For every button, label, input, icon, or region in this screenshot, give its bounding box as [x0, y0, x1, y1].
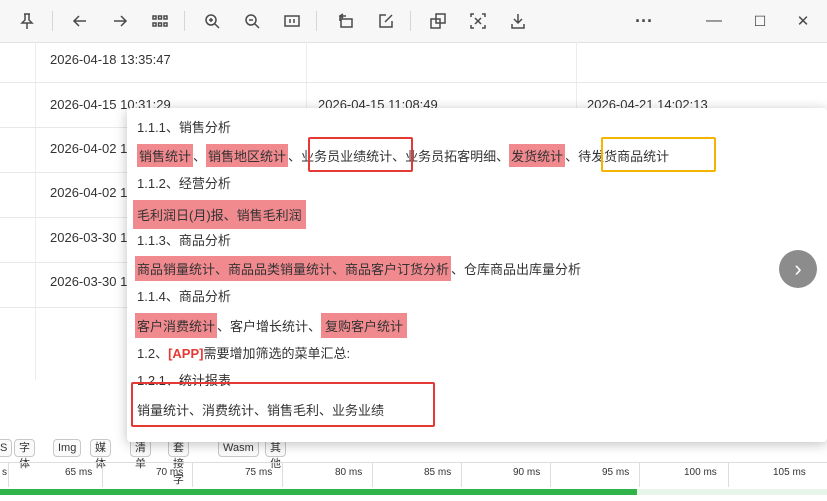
highlighted-item: 客户消费统计 [135, 313, 218, 338]
toolbar-divider [52, 11, 53, 31]
menu-text: 、客户增长统计、 [217, 319, 322, 334]
separator: 、 [565, 149, 579, 164]
tick-label: 90 ms [513, 467, 541, 478]
more-icon[interactable]: ··· [630, 7, 658, 35]
load-progress-fill [0, 489, 637, 495]
highlighted-item: 复购客户统计 [321, 313, 408, 338]
section-heading: 1.1.1、销售分析 [137, 120, 231, 135]
heading-number: 1.2、 [137, 346, 169, 361]
tick-label: 100 ms [684, 467, 717, 478]
download-icon[interactable] [504, 7, 532, 35]
section-heading: 1.1.3、商品分析 [137, 233, 231, 248]
yellow-annotation-box [601, 137, 716, 172]
section-heading: 1.1.2、经营分析 [137, 176, 231, 191]
menu-line: 毛利润日(月)报、销售毛利润 [133, 200, 306, 229]
toolbar-divider [410, 11, 411, 31]
filter-chip[interactable]: S [0, 439, 13, 457]
table-cell: 2026-04-18 13:35:47 [50, 52, 171, 67]
tick-label: s [2, 467, 7, 478]
image-preview-popup: 1.1.1、销售分析 销售统计、销售地区统计 、业务员业绩统计、业务员拓客明细、发… [127, 108, 827, 442]
tick-label: 80 ms [335, 467, 363, 478]
heading-text: 需要增加筛选的菜单汇总: [203, 346, 351, 361]
grid-icon[interactable] [146, 7, 174, 35]
menu-text: 、仓库商品出库量分析 [451, 262, 582, 277]
separator: 、 [288, 149, 302, 164]
filter-chip[interactable]: 字体 [14, 439, 35, 470]
section-heading: 1.2、[APP]需要增加筛选的菜单汇总: [137, 343, 350, 362]
red-annotation-box [131, 382, 435, 427]
filter-chip[interactable]: Img [53, 439, 82, 457]
next-image-button[interactable]: › [779, 250, 817, 288]
minimize-icon[interactable]: — [700, 7, 728, 35]
forward-icon[interactable] [106, 7, 134, 35]
close-icon[interactable]: ✕ [789, 7, 817, 35]
table-cell: 2026-04-02 1 [50, 141, 128, 156]
rotate-icon[interactable] [332, 7, 360, 35]
highlighted-item: 发货统计 [509, 144, 566, 167]
maximize-icon[interactable]: ☐ [746, 7, 774, 35]
table-row[interactable]: 2026-04-18 13:35:47 [0, 42, 827, 83]
zoom-out-icon[interactable] [238, 7, 266, 35]
highlighted-item: 销售统计 [137, 144, 194, 167]
filter-chip[interactable]: 媒体 [90, 439, 111, 470]
tick-line [461, 463, 462, 487]
pin-icon[interactable] [13, 7, 41, 35]
edit-icon[interactable] [372, 7, 400, 35]
menu-line: 商品销量统计、商品品类销量统计、商品客户订货分析 、仓库商品出库量分析 [135, 256, 581, 281]
toolbar-divider [316, 11, 317, 31]
separator: 、 [193, 149, 207, 164]
tick-line [192, 463, 193, 487]
tick-line [728, 463, 729, 487]
viewer-toolbar: ··· — ☐ ✕ [0, 0, 827, 43]
tick-line [550, 463, 551, 487]
tick-line [639, 463, 640, 487]
tick-line [102, 463, 103, 487]
highlighted-item: 销售地区统计 [206, 144, 289, 167]
zoom-in-icon[interactable] [198, 7, 226, 35]
fit-icon[interactable] [278, 7, 306, 35]
tick-label: 95 ms [602, 467, 630, 478]
tick-label: 70 ms [156, 467, 184, 478]
scan-icon[interactable] [464, 7, 492, 35]
tick-label: 105 ms [773, 467, 806, 478]
menu-line: 客户消费统计 、客户增长统计、 复购客户统计 [135, 313, 408, 338]
table-cell: 2026-03-30 1 [50, 274, 128, 289]
table-cell: 2026-04-02 1 [50, 185, 128, 200]
section-heading: 1.1.4、商品分析 [137, 289, 231, 304]
timeline-ruler: s 65 ms 70 ms 75 ms 80 ms 85 ms 90 ms 95… [0, 462, 827, 487]
app-tag: [APP] [168, 346, 204, 361]
red-annotation-box [308, 137, 413, 172]
toolbar-divider [184, 11, 185, 31]
tick-label: 85 ms [424, 467, 452, 478]
copy-icon[interactable] [424, 7, 452, 35]
tick-line [8, 463, 9, 487]
highlighted-item: 毛利润日(月)报、销售毛利润 [133, 200, 306, 229]
highlighted-item: 商品销量统计、商品品类销量统计、商品客户订货分析 [135, 256, 452, 281]
tick-label: 65 ms [65, 467, 93, 478]
back-icon[interactable] [66, 7, 94, 35]
table-cell: 2026-03-30 1 [50, 230, 128, 245]
tick-line [282, 463, 283, 487]
load-progress-bar [0, 489, 827, 495]
tick-label: 75 ms [245, 467, 273, 478]
tick-line [372, 463, 373, 487]
